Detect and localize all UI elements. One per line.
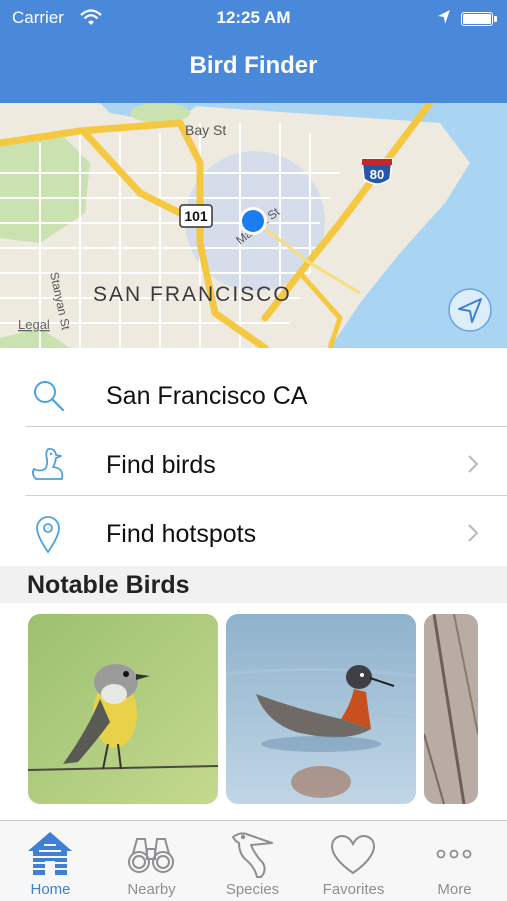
more-icon <box>436 849 472 859</box>
heart-icon <box>330 834 376 875</box>
section-title: Notable Birds <box>27 571 190 599</box>
find-birds-row[interactable]: Find birds <box>0 431 507 500</box>
highway-101-shield: 101 <box>179 204 213 228</box>
nav-bar: Carrier 12:25 AM Bird Finder <box>0 0 507 103</box>
location-pin-icon <box>28 514 68 554</box>
bird-photo-flycatcher[interactable] <box>28 614 218 804</box>
section-header-notable-birds: Notable Birds <box>0 566 507 603</box>
location-arrow-icon <box>437 9 451 30</box>
clock: 12:25 AM <box>216 8 291 27</box>
find-hotspots-label: Find hotspots <box>106 520 257 548</box>
bird-photo-partial[interactable] <box>424 614 478 804</box>
tab-label: Nearby <box>127 881 176 898</box>
map-view[interactable]: 101 80 Bay St Market St SAN FRANCISCO St… <box>0 103 507 348</box>
interstate-80-shield: 80 <box>361 158 393 185</box>
chevron-right-icon <box>466 453 480 480</box>
bird-photo-phalarope[interactable] <box>226 614 416 804</box>
page-title: Bird Finder <box>189 52 318 79</box>
tab-home[interactable]: Home <box>0 821 101 901</box>
map-legal-link[interactable]: Legal <box>18 317 50 332</box>
tab-species[interactable]: Species <box>202 821 303 901</box>
tab-label: Home <box>30 881 71 898</box>
tab-nearby[interactable]: Nearby <box>101 821 202 901</box>
pelican-icon <box>232 832 273 878</box>
svg-text:101: 101 <box>184 208 208 224</box>
tab-label: More <box>437 881 472 898</box>
map-label-city: SAN FRANCISCO <box>93 283 292 306</box>
status-bar: Carrier 12:25 AM <box>0 0 507 36</box>
tab-label: Favorites <box>322 881 385 898</box>
binoculars-icon <box>128 838 174 873</box>
search-row[interactable]: San Francisco CA <box>0 362 507 431</box>
tab-more[interactable]: More <box>404 821 505 901</box>
locate-me-button[interactable] <box>448 288 492 332</box>
house-icon <box>28 832 72 875</box>
tab-bar: Home Nearby Species Favorites More <box>0 820 507 901</box>
svg-text:80: 80 <box>370 167 384 182</box>
user-location-dot <box>242 210 264 232</box>
battery-icon <box>461 12 497 26</box>
divider <box>26 495 507 496</box>
find-birds-label: Find birds <box>106 451 216 479</box>
chevron-right-icon <box>466 522 480 549</box>
find-hotspots-row[interactable]: Find hotspots <box>0 500 507 569</box>
divider <box>26 426 507 427</box>
bird-icon <box>28 445 68 485</box>
tab-label: Species <box>225 881 280 898</box>
tab-favorites[interactable]: Favorites <box>303 821 404 901</box>
search-location-value: San Francisco CA <box>106 382 308 410</box>
map-label-bay-st: Bay St <box>185 122 226 138</box>
search-icon <box>28 376 68 416</box>
